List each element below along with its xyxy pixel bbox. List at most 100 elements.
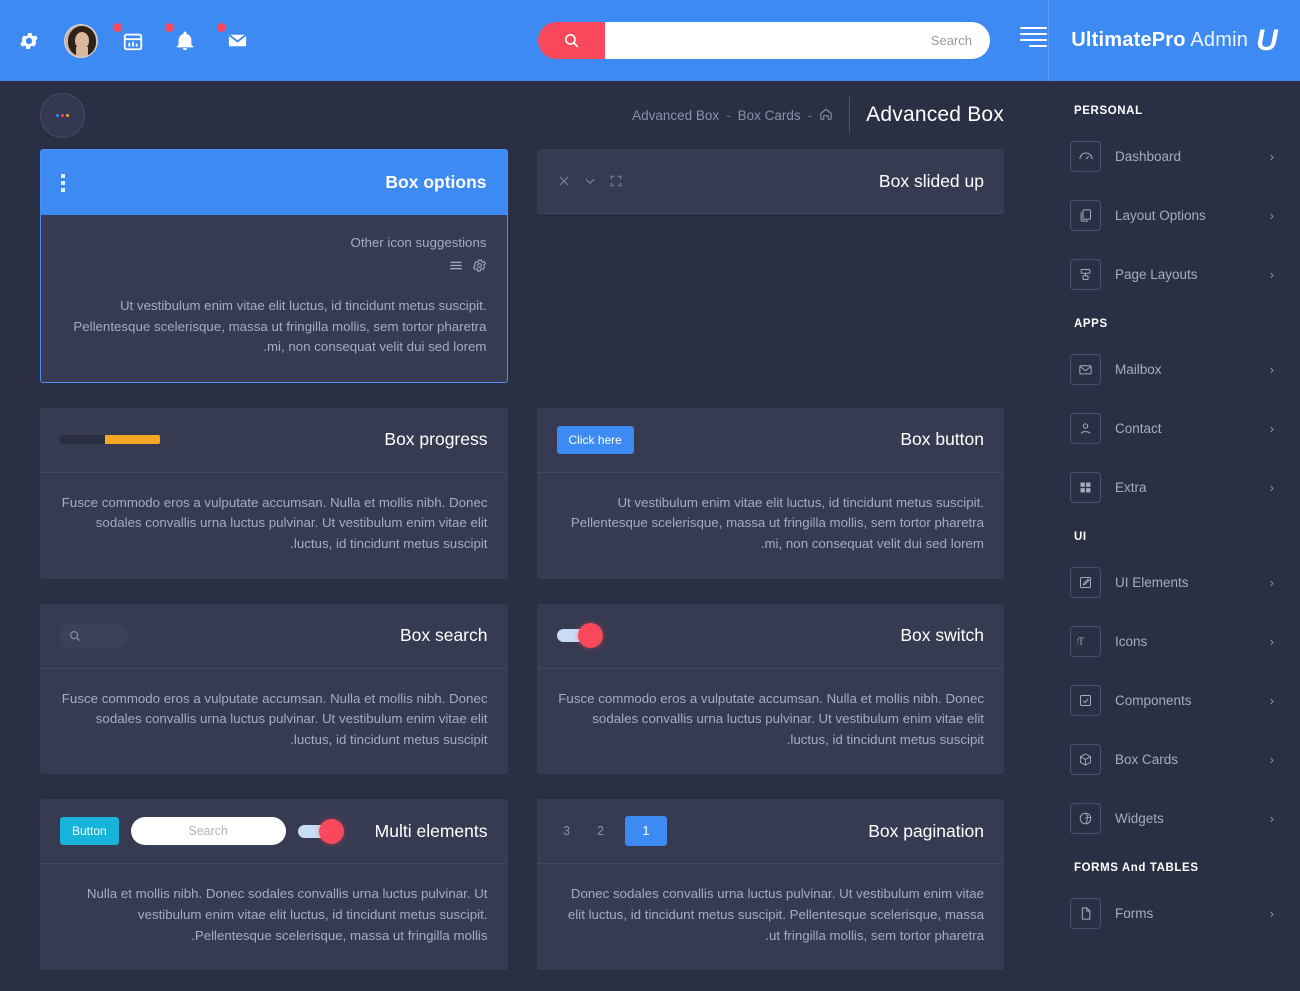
edit-icon — [1070, 567, 1101, 598]
card-title: Box options — [385, 172, 487, 192]
card-box-options: Box options Other icon suggestions Ut ve… — [40, 149, 508, 383]
card-box-search: Box search Fusce commodo eros a vulputat… — [40, 603, 508, 775]
pagination-page-2[interactable]: 2 — [591, 824, 611, 838]
sidebar-item-icons[interactable]: ‹ Icons TT — [1048, 612, 1300, 671]
more-options-button[interactable] — [40, 92, 85, 138]
brand-logo-area[interactable]: UltimatePro Admin U — [1048, 0, 1300, 81]
card-text: Fusce commodo eros a vulputate accumsan.… — [558, 690, 984, 747]
sidebar-nav: PERSONAL ‹ Dashboard ‹ Layout Options ‹ … — [1048, 81, 1300, 991]
bell-badge — [165, 22, 174, 32]
toggle-switch[interactable] — [297, 818, 344, 844]
card-header-tools — [60, 435, 160, 445]
sidebar-item-extra[interactable]: ‹ Extra — [1048, 458, 1300, 517]
widget-icon — [1070, 803, 1101, 834]
search-submit-button[interactable] — [538, 22, 605, 59]
hamburger-icon[interactable] — [1014, 27, 1047, 47]
card-text: Ut vestibulum enim vitae elit luctus, id… — [570, 494, 984, 552]
dot — [56, 113, 59, 117]
multi-button[interactable]: Button — [60, 817, 119, 846]
vertical-dots-icon[interactable] — [61, 173, 65, 192]
card-body: Ut vestibulum enim vitae elit luctus, id… — [537, 473, 1005, 579]
hamburger-line — [1029, 45, 1047, 47]
card-header-tools: Button — [60, 817, 344, 846]
sidebar-item-forms[interactable]: ‹ Forms — [1048, 884, 1300, 943]
mail-icon[interactable] — [217, 22, 254, 58]
card-body: Donec sodales convallis urna luctus pulv… — [537, 864, 1005, 970]
card-header: Box search — [40, 604, 508, 669]
click-here-button[interactable]: Click here — [556, 425, 634, 454]
breadcrumb-item-box-cards[interactable]: Box Cards — [738, 108, 801, 123]
sidebar-item-label: Forms — [1115, 906, 1154, 921]
sidebar-item-label: Components — [1115, 693, 1192, 708]
card-header: Box options — [41, 150, 507, 215]
dot — [61, 113, 64, 117]
card-title: Box search — [399, 625, 488, 646]
gear-icon[interactable] — [472, 258, 487, 278]
sidebar-item-layout-options[interactable]: ‹ Layout Options — [1048, 186, 1300, 245]
sidebar-item-components[interactable]: ‹ Components — [1048, 671, 1300, 730]
pagination-page-1[interactable]: 1 — [624, 816, 668, 847]
breadcrumb: Advanced Box - Box Cards - — [632, 107, 833, 124]
mail-icon — [1070, 354, 1101, 385]
hamburger-line — [1020, 33, 1047, 35]
sidebar-item-label: Mailbox — [1115, 362, 1162, 377]
file-icon — [1070, 898, 1101, 929]
expand-icon[interactable] — [609, 174, 623, 188]
home-icon[interactable] — [819, 107, 833, 124]
sidebar-item-mailbox[interactable]: ‹ Mailbox — [1048, 340, 1300, 399]
sidebar-item-label: UI Elements — [1115, 575, 1189, 590]
card-header-tools: Click here — [556, 425, 634, 454]
close-icon[interactable] — [557, 174, 571, 188]
sidebar-item-page-layouts[interactable]: ‹ Page Layouts — [1048, 245, 1300, 304]
sidebar-item-label: Widgets — [1115, 811, 1164, 826]
card-sub-label: Other icon suggestions — [350, 235, 487, 250]
card-title: Box progress — [384, 429, 488, 450]
sidebar-item-dashboard[interactable]: ‹ Dashboard — [1048, 127, 1300, 186]
sidebar-section-ui: UI — [1074, 531, 1087, 543]
toggle-switch-knob — [318, 818, 344, 844]
multi-search-input[interactable] — [130, 817, 286, 846]
app-shell: Advanced Box - Box Cards - Advanced Box … — [0, 81, 1300, 991]
sidebar-item-label: Contact — [1115, 421, 1162, 436]
sidebar-item-label: Layout Options — [1115, 208, 1206, 223]
calendar-icon[interactable] — [113, 22, 150, 58]
sidebar-item-widgets[interactable]: ‹ Widgets — [1048, 789, 1300, 848]
brand-u-icon: U — [1256, 23, 1278, 57]
sidebar-item-label: Extra — [1115, 480, 1147, 495]
dashboard-icon — [1070, 141, 1101, 172]
sidebar-section-personal: PERSONAL — [1074, 105, 1143, 117]
chevron-left-icon: ‹ — [1269, 811, 1274, 826]
pagination-page-3[interactable]: 3 — [557, 824, 577, 838]
avatar[interactable] — [64, 23, 98, 58]
dot — [66, 113, 69, 117]
bell-icon[interactable] — [165, 22, 202, 58]
progress-bar — [60, 435, 160, 445]
sidebar-item-label: Dashboard — [1115, 149, 1182, 164]
breadcrumb-separator: - — [807, 107, 813, 123]
toggle-switch[interactable] — [556, 623, 603, 649]
list-icon[interactable] — [448, 258, 464, 278]
card-multi-elements: Multi elements Button Nulla et mollis ni… — [40, 799, 508, 971]
chevron-down-icon[interactable] — [583, 174, 597, 188]
chevron-left-icon: ‹ — [1269, 362, 1274, 377]
sidebar-item-contact[interactable]: ‹ Contact — [1048, 399, 1300, 458]
card-header-tools — [61, 173, 65, 192]
search-input[interactable] — [60, 622, 128, 649]
card-title: Multi elements — [374, 820, 488, 841]
card-text: Fusce commodo eros a vulputate accumsan.… — [61, 690, 488, 747]
breadcrumb-right-group: Advanced Box - Box Cards - Advanced Box — [632, 97, 1004, 133]
chevron-left-icon: ‹ — [1269, 149, 1274, 164]
breadcrumb-item-advanced-box[interactable]: Advanced Box — [632, 108, 719, 123]
sidebar-item-box-cards[interactable]: ‹ Box Cards — [1048, 730, 1300, 789]
dot — [61, 187, 65, 192]
card-text: Ut vestibulum enim vitae elit luctus, id… — [73, 298, 487, 355]
pagination: 1 2 3 — [557, 816, 668, 847]
chevron-left-icon: ‹ — [1269, 480, 1274, 495]
breadcrumb-separator: - — [726, 107, 731, 123]
search-input[interactable] — [605, 22, 990, 59]
card-header: Box slided up — [536, 149, 1004, 214]
gear-icon[interactable] — [12, 24, 46, 58]
card-header: Multi elements Button — [40, 799, 508, 865]
sidebar-item-ui-elements[interactable]: ‹ UI Elements — [1048, 553, 1300, 612]
sidebar-section-apps: APPS — [1074, 318, 1108, 330]
